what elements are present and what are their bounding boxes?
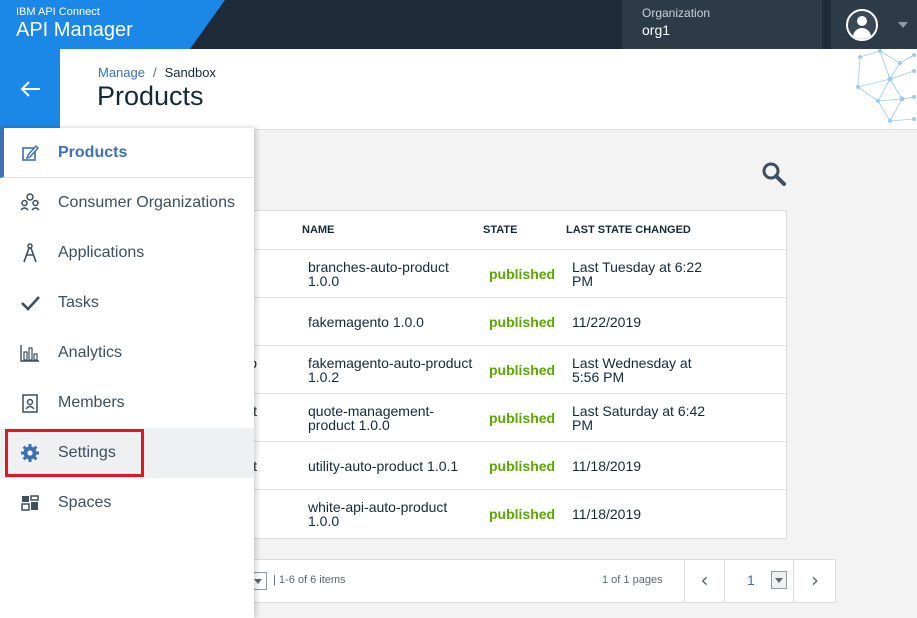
sidebar-item-label: Products — [58, 144, 128, 161]
last-changed-cell: 11/18/2019 — [572, 506, 642, 522]
sidebar-item-consumer-organizations[interactable]: Consumer Organizations — [0, 178, 254, 228]
bar-chart-icon — [20, 345, 39, 362]
product-name-cell: fakemagento-auto-product 1.0.2 — [308, 355, 473, 385]
sidebar-item-label: Consumer Organizations — [58, 194, 235, 211]
sidebar-item-tasks[interactable]: Tasks — [0, 278, 254, 328]
table-row[interactable]: uct utility-auto-product 1.0.1 published… — [231, 441, 786, 489]
last-changed-cell: Last Wednesday at 5:56 PM — [572, 355, 692, 385]
previous-page-button[interactable]: ‹ — [684, 560, 724, 602]
state-cell: published — [489, 506, 556, 522]
sidebar-item-label: Applications — [58, 244, 145, 261]
checkmark-icon — [21, 296, 40, 311]
pages-text: 1 of 1 pages — [602, 574, 663, 586]
items-range-text: | 1-6 of 6 items — [273, 574, 346, 586]
side-navigation-menu: Products Consumer Organizations Applicat… — [0, 128, 254, 618]
sidebar-item-members[interactable]: Members — [0, 378, 254, 428]
network-graphic-icon — [856, 49, 916, 123]
arrow-left-icon — [20, 81, 40, 97]
product-name-cell: quote-management-product 1.0.0 — [308, 403, 435, 433]
pagination: | 1-6 of 6 items 1 of 1 pages ‹ 1 › — [230, 559, 836, 603]
top-bar: IBM API Connect API Manager Organization… — [0, 0, 917, 49]
product-name-cell: utility-auto-product 1.0.1 — [308, 458, 459, 474]
sidebar-item-label: Analytics — [58, 344, 123, 361]
sidebar-item-products[interactable]: Products — [0, 128, 254, 178]
table-row[interactable]: ent quote-management-product 1.0.0 publi… — [231, 393, 786, 441]
sidebar-item-applications[interactable]: Applications — [0, 228, 254, 278]
last-changed-cell: Last Saturday at 6:42 PM — [572, 403, 706, 433]
user-menu[interactable] — [831, 0, 917, 49]
search-icon[interactable] — [760, 160, 788, 188]
user-avatar-icon — [846, 9, 878, 41]
breadcrumb-manage-link[interactable]: Manage — [98, 65, 145, 80]
compass-icon — [23, 243, 37, 263]
state-cell: published — [489, 362, 556, 378]
breadcrumb-separator: / — [152, 65, 157, 80]
sidebar-item-label: Members — [58, 394, 125, 411]
next-page-button[interactable]: › — [794, 560, 836, 602]
product-name-cell: fakemagento 1.0.0 — [308, 314, 424, 330]
organizations-icon — [20, 193, 40, 211]
breadcrumb-current: Sandbox — [164, 65, 216, 80]
table-row[interactable]: to fakemagento-auto-product 1.0.2 publis… — [231, 345, 786, 393]
products-table: NAME STATE LAST STATE CHANGED branches-a… — [230, 210, 787, 539]
breadcrumb: Manage / Sandbox — [98, 65, 216, 80]
chevron-down-icon[interactable] — [771, 571, 787, 589]
state-cell: published — [489, 314, 556, 330]
organization-value: org1 — [642, 22, 671, 38]
table-row[interactable]: fakemagento 1.0.0 published 11/22/2019 — [231, 297, 786, 345]
state-cell: published — [489, 458, 556, 474]
edit-icon — [22, 144, 39, 161]
last-changed-cell: 11/18/2019 — [572, 458, 642, 474]
last-changed-cell: 11/22/2019 — [572, 314, 642, 330]
page-header: Manage / Sandbox Products — [60, 49, 917, 130]
state-cell: published — [489, 266, 556, 282]
current-page-number: 1 — [747, 572, 755, 588]
badge-icon — [22, 394, 38, 413]
product-name-cell: branches-auto-product 1.0.0 — [308, 259, 449, 289]
column-header-state[interactable]: STATE — [483, 224, 517, 236]
product-name: API Manager — [16, 19, 133, 41]
state-cell: published — [489, 410, 556, 426]
last-changed-cell: Last Tuesday at 6:22 PM — [572, 259, 702, 289]
table-row[interactable]: white-api-auto-product 1.0.0 published 1… — [231, 489, 786, 537]
product-name-cell: white-api-auto-product 1.0.0 — [308, 499, 448, 529]
table-row[interactable]: branches-auto-product 1.0.0 published La… — [231, 249, 786, 297]
sidebar-item-label: Spaces — [58, 494, 112, 511]
column-header-last-state-changed[interactable]: LAST STATE CHANGED — [566, 224, 691, 236]
settings-highlight-box — [5, 429, 144, 477]
column-header-name[interactable]: NAME — [302, 224, 334, 236]
sidebar-item-analytics[interactable]: Analytics — [0, 328, 254, 378]
back-button[interactable] — [0, 49, 60, 129]
sidebar-item-label: Tasks — [58, 294, 99, 311]
organization-label: Organization — [642, 6, 711, 20]
page-selector[interactable]: 1 — [724, 560, 794, 602]
chevron-down-icon — [898, 22, 908, 28]
sidebar-item-spaces[interactable]: Spaces — [0, 478, 254, 528]
product-suite-name: IBM API Connect — [16, 6, 100, 18]
page-title: Products — [97, 81, 204, 111]
grid-icon — [21, 495, 39, 511]
organization-selector[interactable]: Organization org1 — [622, 0, 822, 49]
brand[interactable]: IBM API Connect API Manager — [0, 0, 225, 49]
